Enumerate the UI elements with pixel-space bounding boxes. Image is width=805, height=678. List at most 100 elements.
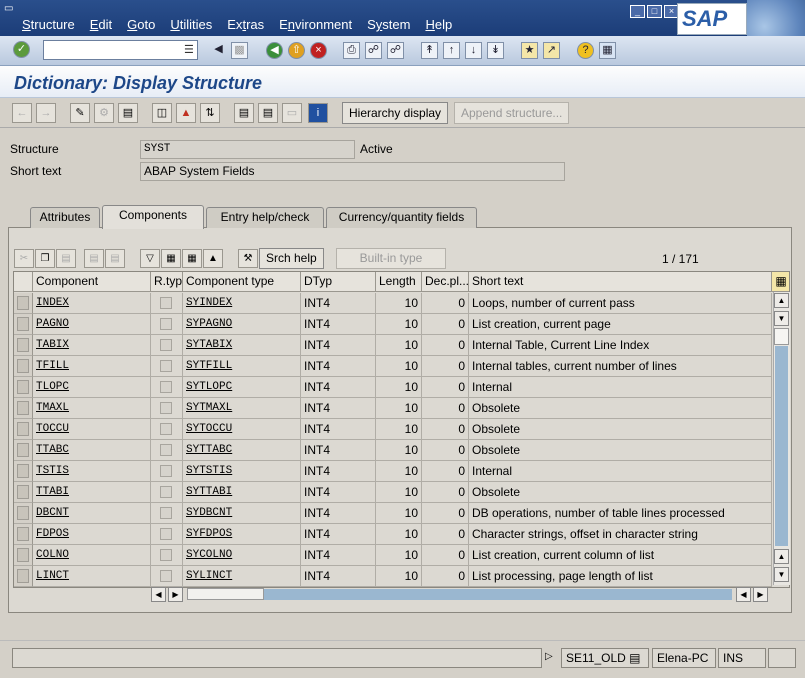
built-in-type-button[interactable]: Built-in type <box>336 248 446 269</box>
row-selector[interactable] <box>14 314 33 335</box>
cancel-icon[interactable]: × <box>310 42 327 59</box>
rtyp-checkbox[interactable] <box>160 402 172 414</box>
row-selector[interactable] <box>14 503 33 524</box>
expand-icon[interactable]: ▲ <box>203 249 223 268</box>
previous-page-icon[interactable]: ↑ <box>443 42 460 59</box>
header-dtyp[interactable]: DTyp <box>301 272 376 292</box>
table-row[interactable]: LINCT SYLINCT INT4 10 0 List processing, page… <box>14 566 772 587</box>
back-arrow-icon[interactable]: ◀ <box>210 42 227 59</box>
where-used-icon[interactable]: ◫ <box>152 103 172 123</box>
create-session-icon[interactable]: ★ <box>521 42 538 59</box>
tab-attributes[interactable]: Attributes <box>30 207 100 228</box>
command-history-icon[interactable]: ☰ <box>184 43 194 56</box>
row-select-box[interactable] <box>17 380 29 394</box>
enter-icon[interactable]: ✓ <box>13 41 30 58</box>
header-component[interactable]: Component <box>33 272 151 292</box>
row-select-box[interactable] <box>17 527 29 541</box>
row-select-box[interactable] <box>17 464 29 478</box>
cell-type[interactable]: SYTSTIS <box>183 461 301 482</box>
activate-icon[interactable]: ▤ <box>118 103 138 123</box>
navigation-window-icon[interactable]: ⇅ <box>200 103 220 123</box>
row-selector[interactable] <box>14 419 33 440</box>
row-selector[interactable] <box>14 335 33 356</box>
rtyp-checkbox[interactable] <box>160 318 172 330</box>
row-selector[interactable] <box>14 461 33 482</box>
horizontal-scroll-thumb[interactable] <box>187 588 264 600</box>
copy-icon[interactable]: ❐ <box>35 249 55 268</box>
insert-row-icon[interactable]: ▤ <box>84 249 104 268</box>
system-menu-icon[interactable]: ▭ <box>4 3 18 15</box>
rtyp-checkbox[interactable] <box>160 528 172 540</box>
row-selector[interactable] <box>14 440 33 461</box>
row-select-box[interactable] <box>17 548 29 562</box>
row-select-box[interactable] <box>17 338 29 352</box>
vertical-scroll-track[interactable] <box>775 346 788 546</box>
menu-environment[interactable]: Environment <box>279 17 352 32</box>
cell-component[interactable]: DBCNT <box>33 503 151 524</box>
rtyp-checkbox[interactable] <box>160 297 172 309</box>
structure-field[interactable]: SYST <box>140 140 355 159</box>
cell-type[interactable]: SYTABIX <box>183 335 301 356</box>
back-icon[interactable]: ◀ <box>266 42 283 59</box>
next-page-icon[interactable]: ↓ <box>465 42 482 59</box>
srch-help-button[interactable]: Srch help <box>259 248 324 269</box>
menu-utilities[interactable]: Utilities <box>170 17 212 32</box>
scroll-page-up-icon[interactable]: ▲ <box>774 549 789 564</box>
first-page-icon[interactable]: ↟ <box>421 42 438 59</box>
cell-component[interactable]: INDEX <box>33 293 151 314</box>
display-change-icon[interactable]: ✎ <box>70 103 90 123</box>
table-row[interactable]: COLNO SYCOLNO INT4 10 0 List creation, curren… <box>14 545 772 566</box>
cell-type[interactable]: SYTFILL <box>183 356 301 377</box>
table-row[interactable]: INDEX SYINDEX INT4 10 0 Loops, number of curr… <box>14 293 772 314</box>
scroll-up-icon[interactable]: ▲ <box>774 293 789 308</box>
deselect-all-icon[interactable]: ▦ <box>182 249 202 268</box>
row-select-box[interactable] <box>17 506 29 520</box>
table-row[interactable]: TOCCU SYTOCCU INT4 10 0 Obsolete <box>14 419 772 440</box>
cell-component[interactable]: PAGNO <box>33 314 151 335</box>
header-component-type[interactable]: Component type <box>183 272 301 292</box>
cell-type[interactable]: SYPAGNO <box>183 314 301 335</box>
check-icon[interactable]: ⚙ <box>94 103 114 123</box>
tab-components[interactable]: Components <box>102 205 204 229</box>
hierarchy-icon[interactable]: ▤ <box>234 103 254 123</box>
header-decimal-places[interactable]: Dec.pl... <box>422 272 469 292</box>
cell-component[interactable]: TMAXL <box>33 398 151 419</box>
menu-system[interactable]: System <box>367 17 410 32</box>
tab-currency-quantity[interactable]: Currency/quantity fields <box>326 207 477 228</box>
info-icon[interactable]: i <box>308 103 328 123</box>
rtyp-checkbox[interactable] <box>160 381 172 393</box>
cell-type[interactable]: SYTLOPC <box>183 377 301 398</box>
cell-type[interactable]: SYTOCCU <box>183 419 301 440</box>
row-selector[interactable] <box>14 545 33 566</box>
row-select-box[interactable] <box>17 485 29 499</box>
rtyp-checkbox[interactable] <box>160 507 172 519</box>
cell-component[interactable]: TLOPC <box>33 377 151 398</box>
select-all-icon[interactable]: ▦ <box>161 249 181 268</box>
scroll-left-icon[interactable]: ◀ <box>151 587 166 602</box>
row-selector[interactable] <box>14 293 33 314</box>
row-selector[interactable] <box>14 566 33 587</box>
cell-component[interactable]: FDPOS <box>33 524 151 545</box>
last-page-icon[interactable]: ↡ <box>487 42 504 59</box>
cell-component[interactable]: TTABI <box>33 482 151 503</box>
cell-type[interactable]: SYDBCNT <box>183 503 301 524</box>
scroll-page-down-icon[interactable]: ▼ <box>774 311 789 326</box>
menu-goto[interactable]: Goto <box>127 17 155 32</box>
row-selector[interactable] <box>14 356 33 377</box>
row-selector[interactable] <box>14 398 33 419</box>
table-row[interactable]: DBCNT SYDBCNT INT4 10 0 DB operations, number… <box>14 503 772 524</box>
table-row[interactable]: PAGNO SYPAGNO INT4 10 0 List creation, curren… <box>14 314 772 335</box>
cell-type[interactable]: SYFDPOS <box>183 524 301 545</box>
table-row[interactable]: TSTIS SYTSTIS INT4 10 0 Internal <box>14 461 772 482</box>
rtyp-checkbox[interactable] <box>160 465 172 477</box>
row-selector[interactable] <box>14 377 33 398</box>
menu-help[interactable]: Help <box>425 17 452 32</box>
row-selector[interactable] <box>14 524 33 545</box>
sort-icon[interactable]: ▽ <box>140 249 160 268</box>
previous-object-icon[interactable]: ← <box>12 103 32 123</box>
horizontal-scroll-track[interactable] <box>264 589 732 600</box>
exit-icon[interactable]: ⇧ <box>288 42 305 59</box>
row-selector[interactable] <box>14 482 33 503</box>
cell-type[interactable]: SYTTABI <box>183 482 301 503</box>
paste-icon[interactable]: ▤ <box>56 249 76 268</box>
